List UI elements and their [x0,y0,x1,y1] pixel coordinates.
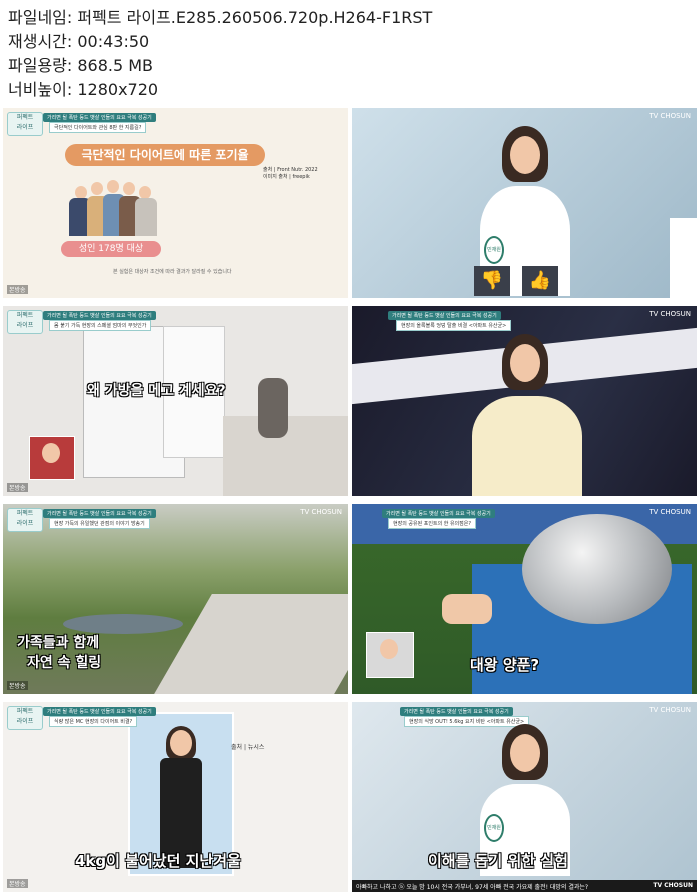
thumbs-down-icon: 👎 [474,266,510,296]
footnote: 본 실험은 대상자 조건에 따라 결과가 달라질 수 있습니다 [113,269,232,275]
infographic-title: 극단적인 다이어트에 따른 포기율 [65,144,265,166]
file-metadata: 파일네임: 퍼펙트 라이프.E285.260506.720p.H264-F1RS… [8,6,432,102]
video-subtitle: 대왕 양푼? [470,656,540,674]
sub-caption: 몸 붙기 가득 현장의 스페셜 엄마의 무엇인가 [49,320,152,331]
channel-logo: TV CHOSUN [649,112,691,120]
top-caption: 가리면 될 폭탄 등드 뱃살 인들의 요요 극복 성공기 [43,509,156,518]
video-subtitle-line1: 가족들과 함께 [17,635,100,651]
sub-caption: 현장 가득의 유일했던 관점의 이야기 방송기 [49,518,150,529]
broadcast-label: 본방송 [7,879,28,888]
duration-line: 재생시간: 00:43:50 [8,32,150,51]
channel-logo: TV CHOSUN [649,706,691,714]
top-caption: 가리면 될 폭탄 등드 뱃살 인들의 요요 극복 성공기 [43,311,156,320]
video-subtitle-line2: 자연 속 힐링 [27,655,102,671]
video-subtitle: 왜 가방을 메고 계세요? [87,383,226,399]
metal-bowl [522,514,672,624]
broadcast-label: 본방송 [7,681,28,690]
sub-caption: 현장의 공유된 포인트의 한 유의점은? [388,518,477,529]
sample-size-pill: 성인 178명 대상 [61,241,161,257]
ticker-brand: TV CHOSUN [653,882,693,889]
top-caption: 가리면 될 폭탄 등드 뱃살 인들의 요요 극복 성공기 [400,707,513,716]
stream [63,614,183,634]
sub-caption: 현장의 식망 OUT! 5.6kg 요지 비탄 <아파트 유산균> [404,716,530,727]
name-tag: 민재원 [484,814,504,842]
broadcast-label: 본방송 [7,483,28,492]
channel-logo: TV CHOSUN [649,508,691,516]
show-logo: 퍼펙트 라이프 [7,508,43,532]
video-subtitle: 4kg이 불어났던 지난겨울 [75,852,241,870]
video-subtitle: 이해를 돕기 위한 실험 [428,852,568,870]
sub-caption: 식량 많은 MC 현장의 다이어트 비결? [49,716,138,727]
sub-caption: 극단적인 다이어트와 관심 8판 한 지름길? [49,122,147,133]
channel-logo: TV CHOSUN [300,508,342,516]
source-note: 출처 | Front Nutr. 2022 [263,167,318,173]
ticker-text: 아빠하고 나하고 ⓑ 오늘 밤 10시 전국 가부녀, 97세 아빠 전국 가요… [356,884,589,891]
file-size-line: 파일용량: 868.5 MB [8,56,154,75]
show-logo: 퍼펙트 라이프 [7,706,43,730]
news-ticker: 아빠하고 나하고 ⓑ 오늘 밤 10시 전국 가부녀, 97세 아빠 전국 가요… [352,880,697,892]
name-tag: 민재원 [484,236,504,264]
top-caption: 가리면 될 폭탄 등드 뱃살 인들의 요요 극복 성공기 [382,509,495,518]
source-note: 출처 | 뉴시스 [231,744,265,751]
thumbnail-4[interactable]: TV CHOSUN 가리면 될 폭탄 등드 뱃살 인들의 요요 극복 성공기 현… [352,306,697,496]
thumbnail-3[interactable]: 퍼펙트 라이프 가리면 될 폭탄 등드 뱃살 인들의 요요 극복 성공기 몸 붙기… [3,306,348,496]
thumbs-up-icon: 👍 [522,266,558,296]
thumbnail-8[interactable]: TV CHOSUN 가리면 될 폭탄 등드 뱃살 인들의 요요 극복 성공기 현… [352,702,697,892]
top-caption: 가리면 될 폭탄 등드 뱃살 인들의 요요 극복 성공기 [43,113,156,122]
resolution-line: 너비높이: 1280x720 [8,80,159,99]
sub-caption: 현장의 올록볼록 엉덩 탈출 비결 <아파트 유산균> [396,320,512,331]
broadcast-label: 본방송 [7,285,28,294]
thumbnail-2[interactable]: TV CHOSUN 민재원 👎 👍 [352,108,697,298]
show-logo: 퍼펙트 라이프 [7,112,43,136]
top-caption: 가리면 될 폭탄 등드 뱃살 인들의 요요 극복 성공기 [43,707,156,716]
inset-person [366,632,414,678]
file-name-line: 파일네임: 퍼펙트 라이프.E285.260506.720p.H264-F1RS… [8,8,433,27]
photo-source-note: 이미지 출처 | freepik [263,174,310,180]
person-with-bag [258,378,288,438]
inset-person [29,436,75,480]
thumbnail-7[interactable]: 출처 | 뉴시스 퍼펙트 라이프 가리면 될 폭탄 등드 뱃살 인들의 요요 극복… [3,702,348,892]
channel-logo: TV CHOSUN [649,310,691,318]
show-logo: 퍼펙트 라이프 [7,310,43,334]
top-caption: 가리면 될 폭탄 등드 뱃살 인들의 요요 극복 성공기 [388,311,501,320]
thumbnail-1[interactable]: 퍼펙트 라이프 가리면 될 폭탄 등드 뱃살 인들의 요요 극복 성공기 극단적인… [3,108,348,298]
thumbnail-5[interactable]: 퍼펙트 라이프 TV CHOSUN 가리면 될 폭탄 등드 뱃살 인들의 요요 극… [3,504,348,694]
thumbnail-6[interactable]: TV CHOSUN 가리면 될 폭탄 등드 뱃살 인들의 요요 극복 성공기 현… [352,504,697,694]
